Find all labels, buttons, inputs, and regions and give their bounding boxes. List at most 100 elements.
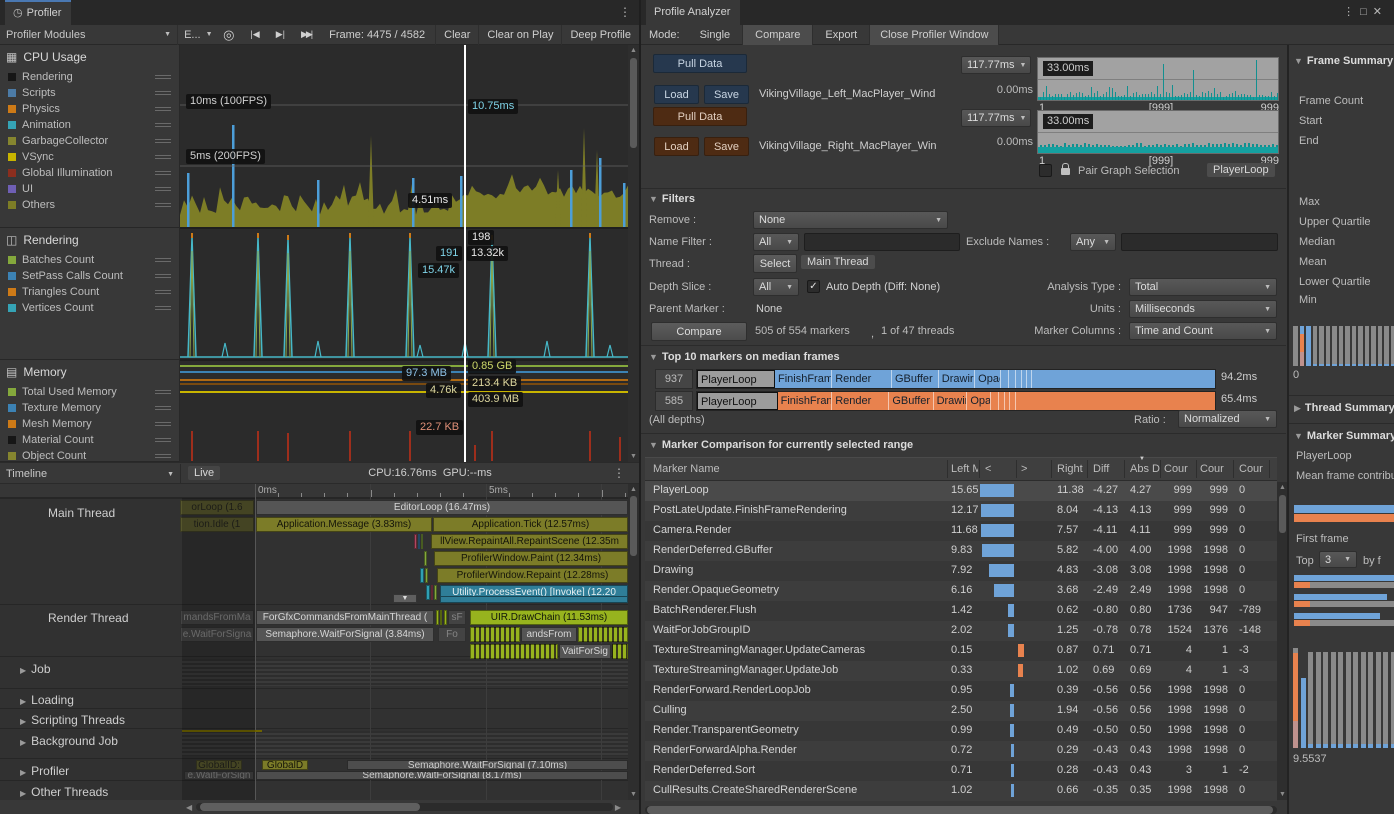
timeline-span[interactable]: llView.RepaintAll.RepaintScene (12.35m <box>431 534 628 549</box>
time-ruler[interactable]: 0ms5ms <box>0 484 628 498</box>
timeline-span[interactable]: Semaphore.WaitForSignal (7.10ms) <box>347 760 628 770</box>
timeline-span[interactable]: Application.Message (3.83ms) <box>256 517 432 532</box>
load-right-button[interactable]: Load <box>654 137 699 156</box>
table-row[interactable]: Render.TransparentGeometry0.990.49-0.500… <box>645 721 1277 741</box>
comparison-section-header[interactable]: ▼Marker Comparison for currently selecte… <box>649 439 913 451</box>
depth-slice-dropdown[interactable]: All▼ <box>753 278 799 296</box>
drag-handle-icon[interactable] <box>155 422 171 426</box>
timeline-span[interactable]: EditorLoop (16.47ms) <box>256 500 628 515</box>
legend-item[interactable]: GarbageCollector <box>0 133 179 149</box>
timeline-scrollbar[interactable]: ▲ ▼ <box>628 484 639 800</box>
timeline-span[interactable]: orLoop (1.6 <box>180 500 254 515</box>
table-row[interactable]: PostLateUpdate.FinishFrameRendering12.17… <box>645 501 1277 521</box>
marker-segment[interactable]: FinishFram <box>775 370 832 388</box>
marker-segment[interactable]: Render <box>832 392 889 410</box>
top10-row[interactable]: 937PlayerLoopFinishFramRenderGBufferDraw… <box>655 369 1277 389</box>
timeline-span[interactable]: andsFrom <box>521 627 577 642</box>
profiler-charts[interactable]: 10ms (100FPS)5ms (200FPS)10.75ms4.51ms19… <box>180 45 628 462</box>
exclude-names-input[interactable] <box>1121 233 1278 251</box>
auto-depth-checkbox[interactable]: ✓ <box>807 280 820 293</box>
clear-button[interactable]: Clear <box>436 29 478 41</box>
column-header[interactable]: > <box>1021 463 1051 475</box>
timeline-span[interactable]: Semaphore.WaitForSignal (3.84ms) <box>256 627 434 642</box>
drag-handle-icon[interactable] <box>155 139 171 143</box>
save-left-button[interactable]: Save <box>704 85 749 104</box>
range-right-dropdown[interactable]: 117.77ms▼ <box>961 109 1031 127</box>
pair-graph-selection-checkbox[interactable] <box>1039 164 1052 177</box>
thread-label-scripting-threads[interactable]: ▶Scripting Threads <box>20 713 125 727</box>
legend-item[interactable]: Rendering <box>0 69 179 85</box>
timeline-span[interactable]: mandsFromMa <box>180 610 254 625</box>
timeline-span-sliver[interactable] <box>414 534 417 549</box>
timeline-span-sliver[interactable] <box>578 627 628 642</box>
marker-segment[interactable]: Drawin <box>934 392 968 410</box>
legend-item[interactable]: Mesh Memory <box>0 416 179 432</box>
drag-handle-icon[interactable] <box>155 171 171 175</box>
next-frame-button[interactable]: ▶| <box>268 29 293 40</box>
marker-segment[interactable]: Drawir <box>939 370 975 388</box>
lock-icon[interactable] <box>1061 168 1070 175</box>
marker-segment[interactable]: PlayerLoop <box>697 370 775 388</box>
ratio-dropdown[interactable]: Normalized▼ <box>1178 410 1277 428</box>
thread-label-main-thread[interactable]: Main Thread <box>48 506 115 520</box>
legend-item[interactable]: Triangles Count <box>0 284 179 300</box>
close-icon[interactable]: ✕ <box>1373 6 1388 18</box>
timeline-view-dropdown[interactable]: Timeline▼ <box>0 464 181 484</box>
current-frame-button[interactable]: ▶▶| <box>293 29 319 40</box>
top10-section-header[interactable]: ▼Top 10 markers on median frames <box>649 351 840 363</box>
marker-segment[interactable]: GBuffer <box>889 392 933 410</box>
export-button[interactable]: Export <box>813 29 869 41</box>
timeline-span[interactable]: e.WaitForSigna <box>180 627 254 642</box>
expand-icon[interactable]: ▶ <box>20 666 26 675</box>
table-row[interactable]: WaitForJobGroupID2.021.25-0.780.78152413… <box>645 621 1277 641</box>
timeline-span-sliver[interactable] <box>425 568 428 583</box>
scroll-down-icon[interactable]: ▼ <box>628 453 639 460</box>
column-header[interactable]: Abs D <box>1130 463 1160 475</box>
column-header[interactable]: Cour <box>1200 463 1228 475</box>
timeline-span-sliver[interactable] <box>421 534 423 549</box>
range-left-dropdown[interactable]: 117.77ms▼ <box>961 56 1031 74</box>
timeline-span[interactable]: Semaphore.WaitForSignal (8.17ms) <box>256 771 628 780</box>
drag-handle-icon[interactable] <box>155 406 171 410</box>
expand-icon[interactable]: ▶ <box>20 738 26 747</box>
expand-icon[interactable]: ▶ <box>20 697 26 706</box>
scroll-up-icon[interactable]: ▲ <box>628 47 639 54</box>
thread-section[interactable] <box>0 656 628 688</box>
filters-section-header[interactable]: ▼Filters <box>649 193 695 205</box>
marker-columns-dropdown[interactable]: Time and Count▼ <box>1129 322 1277 340</box>
scroll-left-icon[interactable]: ◀ <box>186 803 192 812</box>
table-row[interactable]: Render.OpaqueGeometry6.163.68-2.492.4919… <box>645 581 1277 601</box>
legend-item[interactable]: Vertices Count <box>0 300 179 316</box>
expand-icon[interactable]: ▶ <box>20 789 26 798</box>
name-filter-input[interactable] <box>804 233 960 251</box>
marker-segment[interactable]: PlayerLoop <box>697 392 778 410</box>
frame-summary-header[interactable]: ▼Frame Summary <box>1294 55 1393 67</box>
timeline-span-sliver[interactable] <box>420 568 424 583</box>
table-row[interactable]: RenderForwardAlpha.Render0.720.29-0.430.… <box>645 741 1277 761</box>
timeline-span-sliver[interactable] <box>424 551 427 566</box>
marker-segment-small[interactable] <box>991 392 999 410</box>
timeline-span[interactable]: ForGfxCommandsFromMainThread ( <box>256 610 434 625</box>
thread-select-button[interactable]: Select <box>753 254 797 273</box>
timeline-span-sliver[interactable] <box>436 610 439 625</box>
scroll-down-icon[interactable]: ▼ <box>628 791 639 798</box>
drag-handle-icon[interactable] <box>155 438 171 442</box>
legend-item[interactable]: Physics <box>0 101 179 117</box>
timeline-span[interactable]: ▼ <box>393 594 417 603</box>
module-header[interactable]: ◫Rendering <box>0 228 179 252</box>
analysis-type-dropdown[interactable]: Total▼ <box>1129 278 1277 296</box>
table-row[interactable]: PlayerLoop15.6511.38-4.274.279999990 <box>645 481 1277 501</box>
timeline-span-sliver[interactable] <box>431 585 433 600</box>
tab-profile-analyzer[interactable]: Profile Analyzer <box>646 0 740 25</box>
scrollbar-thumb[interactable] <box>630 496 637 556</box>
timeline-span[interactable]: tion.Idle (1 <box>180 517 254 532</box>
pull-data-left-button[interactable]: Pull Data <box>653 54 747 73</box>
scrollbar-thumb[interactable] <box>1279 495 1286 533</box>
column-header[interactable]: < <box>985 463 1015 475</box>
prev-frame-button[interactable]: |◀ <box>242 29 267 40</box>
legend-item[interactable]: Animation <box>0 117 179 133</box>
module-header[interactable]: ▦CPU Usage <box>0 45 179 69</box>
table-row[interactable]: BatchRenderer.Flush1.420.62-0.800.801736… <box>645 601 1277 621</box>
mode-single-button[interactable]: Single <box>688 29 743 41</box>
pull-data-right-button[interactable]: Pull Data <box>653 107 747 126</box>
